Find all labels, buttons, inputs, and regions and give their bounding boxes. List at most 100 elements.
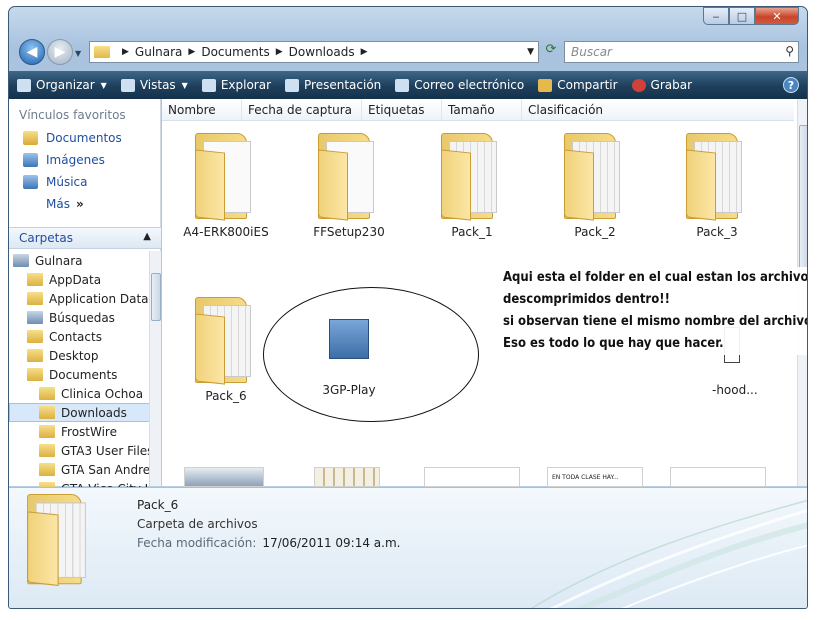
organize-button[interactable]: Organizar ▼ (17, 78, 107, 92)
folder-icon (193, 297, 259, 385)
folder-icon (94, 46, 110, 58)
help-icon[interactable]: ? (783, 77, 799, 93)
file-item-pack2[interactable]: Pack_2 (540, 133, 650, 239)
file-label: -hood... (712, 383, 758, 397)
explore-button[interactable]: Explorar (201, 78, 271, 92)
folders-header[interactable]: Carpetas ▲ (9, 227, 161, 249)
tree-item-frostwire[interactable]: FrostWire (9, 422, 151, 441)
folder-icon (39, 444, 55, 457)
recent-pages-icon[interactable]: ▼ (75, 49, 81, 58)
search-icon[interactable]: ⚲ (785, 44, 794, 58)
email-icon (395, 78, 410, 92)
detail-date-row: Fecha modificación: 17/06/2011 09:14 a.m. (137, 536, 400, 550)
favorite-documents[interactable]: Documentos (9, 127, 160, 149)
documents-icon (23, 131, 38, 145)
tree-label: GTA3 User Files (61, 443, 151, 458)
breadcrumb-gulnara[interactable]: Gulnara (135, 45, 182, 59)
folder-icon (27, 368, 43, 381)
tree-item-documents[interactable]: Documents (9, 365, 151, 384)
breadcrumb-downloads[interactable]: Downloads (289, 45, 355, 59)
column-name[interactable]: Nombre (162, 99, 242, 121)
search-folder-icon (27, 311, 43, 324)
folder-icon (27, 349, 43, 362)
tree-item-downloads[interactable]: Downloads (9, 403, 151, 422)
email-label: Correo electrónico (414, 78, 525, 92)
tree-scrollbar[interactable] (149, 251, 161, 486)
blank-thumbnail[interactable] (424, 467, 520, 487)
tree-item-contacts[interactable]: Contacts (9, 327, 151, 346)
annotation-line: descomprimidos dentro!! (503, 292, 670, 307)
folder-icon (684, 133, 750, 221)
breadcrumb-documents[interactable]: Documents (201, 45, 269, 59)
file-item-a4[interactable]: A4-ERK800iES (171, 133, 281, 239)
favorite-more[interactable]: Más » (9, 193, 160, 215)
file-label: Pack_6 (205, 389, 247, 403)
search-input[interactable]: Buscar ⚲ (564, 41, 799, 63)
chevron-down-icon: ▼ (100, 80, 107, 90)
favorite-music[interactable]: Música (9, 171, 160, 193)
tree-item-gulnara[interactable]: Gulnara (9, 251, 151, 270)
tree-item-gta-san-andreas[interactable]: GTA San Andreas (9, 460, 151, 479)
file-label: Pack_2 (574, 225, 616, 239)
tree-scroll-thumb[interactable] (151, 273, 161, 321)
navigation-pane: Vínculos favoritos Documentos Imágenes M… (9, 99, 161, 496)
text-thumbnail[interactable]: EN TODA CLASE HAY... (547, 467, 643, 487)
organize-label: Organizar (36, 78, 95, 92)
tree-item-application-data[interactable]: Application Data (9, 289, 151, 308)
chevron-up-icon: ▲ (143, 231, 151, 242)
caption-buttons: ‒ □ ✕ (703, 7, 799, 25)
favorite-label: Imágenes (46, 153, 105, 167)
tree-item-appdata[interactable]: AppData (9, 270, 151, 289)
address-dropdown-icon[interactable]: ▼ (527, 47, 534, 57)
tree-item-gta3[interactable]: GTA3 User Files (9, 441, 151, 460)
burn-button[interactable]: Grabar (631, 78, 692, 92)
tree-label: Application Data (49, 291, 149, 306)
chevron-right-icon[interactable]: ▶ (188, 47, 195, 57)
column-tags[interactable]: Etiquetas (362, 99, 442, 121)
chevron-right-icon[interactable]: ▶ (276, 47, 283, 57)
back-button[interactable]: ◀ (19, 39, 45, 65)
column-capture-date[interactable]: Fecha de captura (242, 99, 362, 121)
file-item-pack3[interactable]: Pack_3 (662, 133, 772, 239)
folder-icon (27, 273, 43, 286)
user-folder-icon (13, 254, 29, 267)
presentation-button[interactable]: Presentación (285, 78, 381, 92)
chevron-right-icon[interactable]: ▶ (122, 47, 129, 57)
file-item-ffsetup[interactable]: FFSetup230 (294, 133, 404, 239)
tree-item-busquedas[interactable]: Búsquedas (9, 308, 151, 327)
folder-icon (39, 387, 55, 400)
chevron-right-icon[interactable]: ▶ (361, 47, 368, 57)
folder-icon (193, 133, 259, 221)
address-bar[interactable]: ▶ Gulnara ▶ Documents ▶ Downloads ▶ ▼ (89, 41, 539, 63)
minimize-button[interactable]: ‒ (703, 7, 729, 25)
views-button[interactable]: Vistas ▼ (120, 78, 188, 92)
folder-tree: Gulnara AppData Application Data Búsqued… (9, 251, 151, 498)
maximize-button[interactable]: □ (729, 7, 755, 25)
folder-icon (39, 406, 55, 419)
content-scroll-thumb[interactable] (799, 125, 807, 275)
chevron-down-icon: ▼ (181, 80, 188, 90)
column-size[interactable]: Tamaño (442, 99, 522, 121)
monitor-thumbnail[interactable] (184, 467, 264, 487)
pictures-icon (23, 153, 38, 167)
tree-item-desktop[interactable]: Desktop (9, 346, 151, 365)
close-button[interactable]: ✕ (755, 7, 799, 25)
file-item-pack1[interactable]: Pack_1 (417, 133, 527, 239)
tree-item-clinica-ochoa[interactable]: Clinica Ochoa (9, 384, 151, 403)
file-label: FFSetup230 (313, 225, 385, 239)
email-button[interactable]: Correo electrónico (395, 78, 524, 92)
tree-label: GTA San Andreas (61, 462, 151, 477)
forward-button[interactable]: ▶ (47, 39, 73, 65)
decorative-swoosh (530, 500, 807, 608)
refresh-icon[interactable]: ⟳ (541, 42, 561, 62)
column-rating[interactable]: Clasificación (522, 99, 794, 121)
share-button[interactable]: Compartir (538, 78, 618, 92)
image-thumbnail[interactable] (314, 467, 380, 487)
explore-icon (201, 78, 216, 92)
favorite-images[interactable]: Imágenes (9, 149, 160, 171)
presentation-label: Presentación (304, 78, 382, 92)
blank-thumbnail-2[interactable] (670, 467, 766, 487)
details-pane: Pack_6 Carpeta de archivos Fecha modific… (9, 487, 807, 608)
slideshow-icon (285, 78, 300, 92)
column-header: Nombre Fecha de captura Etiquetas Tamaño… (162, 99, 794, 121)
